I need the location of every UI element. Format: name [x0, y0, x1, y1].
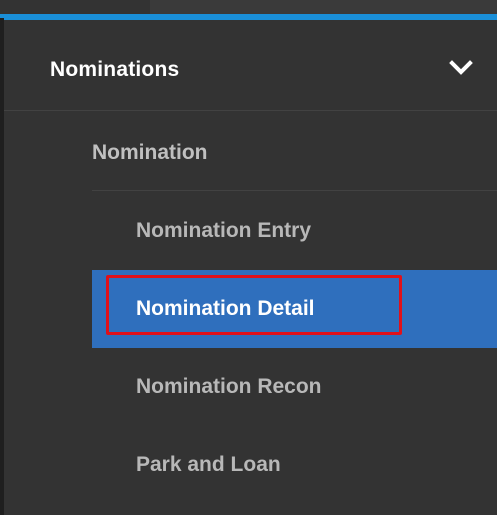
menu-item-label: Nomination Detail: [136, 297, 315, 320]
group-header-nomination[interactable]: Nomination: [4, 111, 497, 191]
menu-item-label: Nomination Recon: [136, 375, 322, 398]
group-header-label: Nomination: [92, 141, 208, 164]
menu-item-label: Park and Loan: [136, 453, 281, 476]
sidebar-menu: Nominations Nomination Nomination Entry …: [4, 20, 497, 515]
menu-item-nomination-entry[interactable]: Nomination Entry: [4, 192, 497, 270]
menu-item-park-and-loan[interactable]: Park and Loan: [4, 426, 497, 504]
section-header-nominations[interactable]: Nominations: [4, 20, 497, 110]
chevron-down-icon[interactable]: [449, 56, 473, 80]
menu-item-nomination-recon[interactable]: Nomination Recon: [4, 348, 497, 426]
section-header-label: Nominations: [50, 58, 180, 81]
menu-item-nomination-detail[interactable]: Nomination Detail: [92, 270, 497, 348]
divider: [92, 190, 497, 191]
menu-item-label: Nomination Entry: [136, 219, 312, 242]
